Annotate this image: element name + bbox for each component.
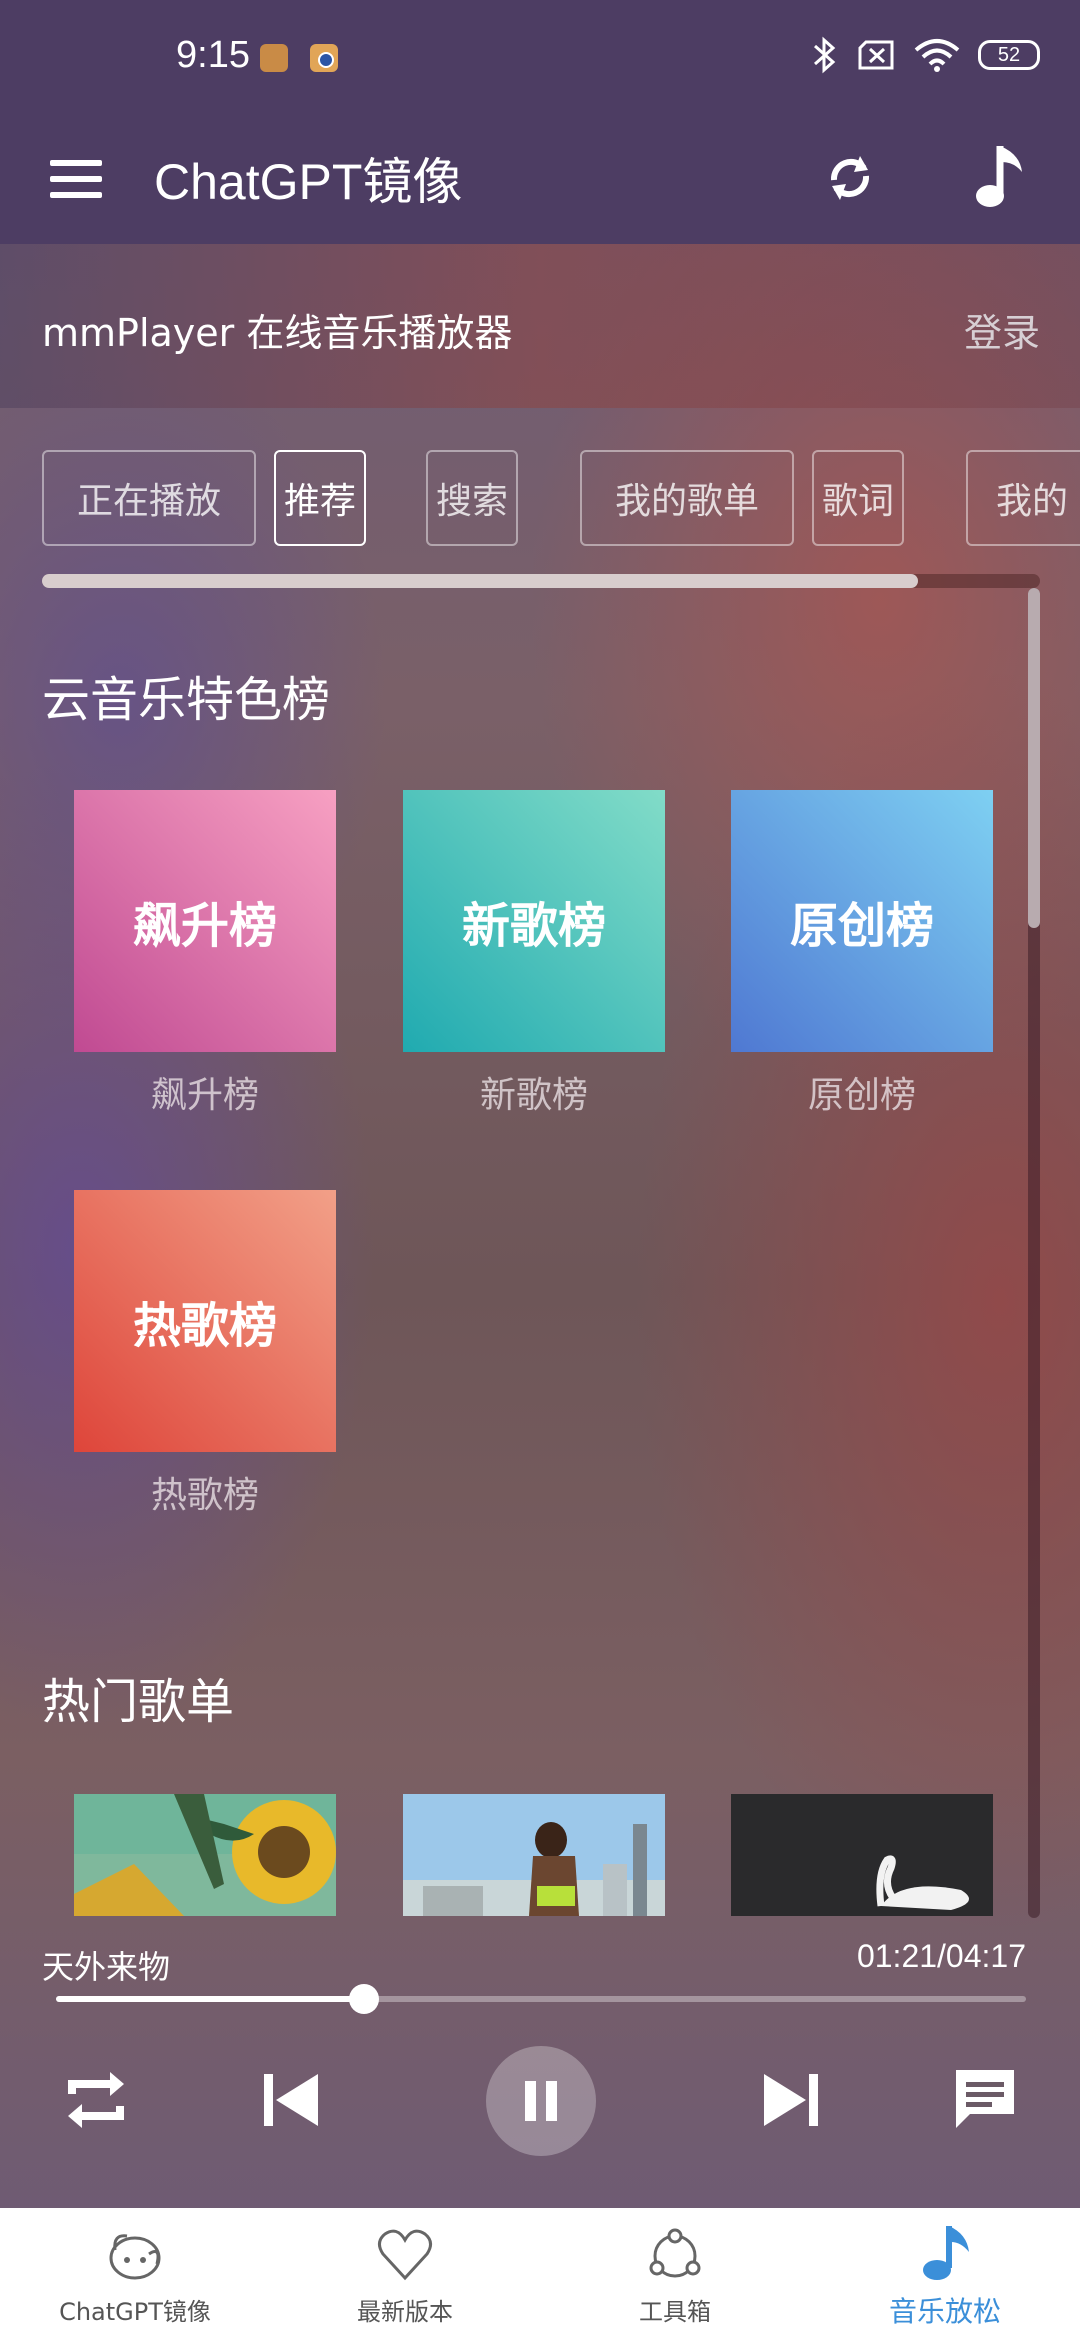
city-woman-artwork	[403, 1794, 665, 1916]
chart-card[interactable]: 飙升榜 飙升榜	[74, 790, 336, 1118]
previous-track-icon[interactable]	[262, 2070, 320, 2130]
pause-icon	[525, 2081, 557, 2121]
nav-label: ChatGPT镜像	[59, 2298, 211, 2326]
comment-icon[interactable]	[950, 2064, 1020, 2134]
notification-app-icon	[310, 44, 338, 72]
section-title-playlists: 热门歌单	[42, 1674, 235, 1730]
tab-scrollbar-thumb[interactable]	[42, 574, 918, 588]
app-title: ChatGPT镜像	[154, 154, 463, 210]
chart-cover[interactable]: 新歌榜	[403, 790, 665, 1052]
share-nodes-icon	[649, 2228, 701, 2278]
chart-card[interactable]: 原创榜 原创榜	[731, 790, 993, 1118]
status-time: 9:15	[176, 34, 250, 76]
playlist-cover[interactable]	[403, 1794, 665, 1916]
wifi-icon	[914, 39, 960, 72]
next-track-icon[interactable]	[762, 2070, 820, 2130]
swan-artwork	[731, 1794, 993, 1916]
app-bar: ChatGPT镜像	[0, 118, 1080, 244]
playlist-cover[interactable]	[74, 1794, 336, 1916]
no-sim-icon	[858, 40, 894, 70]
repeat-icon[interactable]	[62, 2064, 130, 2136]
tab-scrollbar[interactable]	[42, 574, 1040, 588]
tab-now-playing[interactable]: 正在播放	[42, 450, 256, 546]
status-icons: 52	[812, 36, 1040, 74]
tab-mine[interactable]: 我的	[966, 450, 1080, 546]
login-link[interactable]: 登录	[964, 302, 1040, 357]
status-bar: 9:15 52	[0, 0, 1080, 118]
heart-icon	[378, 2229, 432, 2281]
pause-button[interactable]	[486, 2046, 596, 2156]
tab-lyrics[interactable]: 歌词	[812, 450, 904, 546]
nav-chatgpt[interactable]: ChatGPT镜像	[0, 2208, 270, 2340]
playback-progress-knob[interactable]	[349, 1984, 380, 2014]
tab-search[interactable]: 搜索	[426, 450, 518, 546]
tab-bar: 正在播放 推荐 搜索 我的歌单 歌词 我的	[42, 450, 1080, 548]
content-scrollbar-thumb[interactable]	[1028, 588, 1040, 928]
playback-progress-fill	[56, 1996, 365, 2002]
notification-app-icon	[260, 44, 288, 72]
nav-label: 工具箱	[639, 2298, 711, 2326]
chart-card[interactable]: 热歌榜 热歌榜	[74, 1190, 336, 1518]
chart-card[interactable]: 新歌榜 新歌榜	[403, 790, 665, 1118]
player-title: mmPlayer 在线音乐播放器	[42, 311, 513, 355]
playlist-cover[interactable]	[731, 1794, 993, 1916]
player-header: mmPlayer 在线音乐播放器 登录	[0, 244, 1080, 408]
playback-time: 01:21/04:17	[856, 1938, 1026, 1974]
nav-latest-version[interactable]: 最新版本	[270, 2208, 540, 2340]
bottom-navigation: ChatGPT镜像 最新版本 工具箱 音乐放松	[0, 2208, 1080, 2340]
section-title-charts: 云音乐特色榜	[42, 672, 331, 728]
battery-indicator: 52	[978, 40, 1040, 70]
playback-progress-bar[interactable]	[56, 1984, 1026, 2014]
sunflower-artwork	[74, 1794, 336, 1916]
avatar-face-icon	[109, 2234, 161, 2280]
chart-caption: 飙升榜	[150, 1075, 259, 1116]
nav-toolbox[interactable]: 工具箱	[540, 2208, 810, 2340]
bluetooth-icon	[814, 36, 836, 74]
chart-cover[interactable]: 热歌榜	[74, 1190, 336, 1452]
tab-my-playlists[interactable]: 我的歌单	[580, 450, 794, 546]
refresh-icon[interactable]	[820, 148, 880, 208]
nav-label: 最新版本	[357, 2298, 453, 2326]
chart-cover[interactable]: 飙升榜	[74, 790, 336, 1052]
content-scrollbar[interactable]	[1028, 588, 1040, 1918]
chart-caption: 热歌榜	[150, 1475, 259, 1516]
current-song-title: 天外来物	[42, 1948, 171, 1986]
nav-music-relax[interactable]: 音乐放松	[810, 2208, 1080, 2340]
music-note-icon	[923, 2226, 969, 2280]
hamburger-menu-icon[interactable]	[50, 154, 104, 208]
tab-recommend[interactable]: 推荐	[274, 450, 366, 546]
chart-caption: 新歌榜	[479, 1075, 588, 1116]
chart-caption: 原创榜	[807, 1075, 916, 1116]
nav-label: 音乐放松	[888, 2295, 1001, 2328]
chart-cover[interactable]: 原创榜	[731, 790, 993, 1052]
music-note-icon[interactable]	[972, 140, 1032, 214]
